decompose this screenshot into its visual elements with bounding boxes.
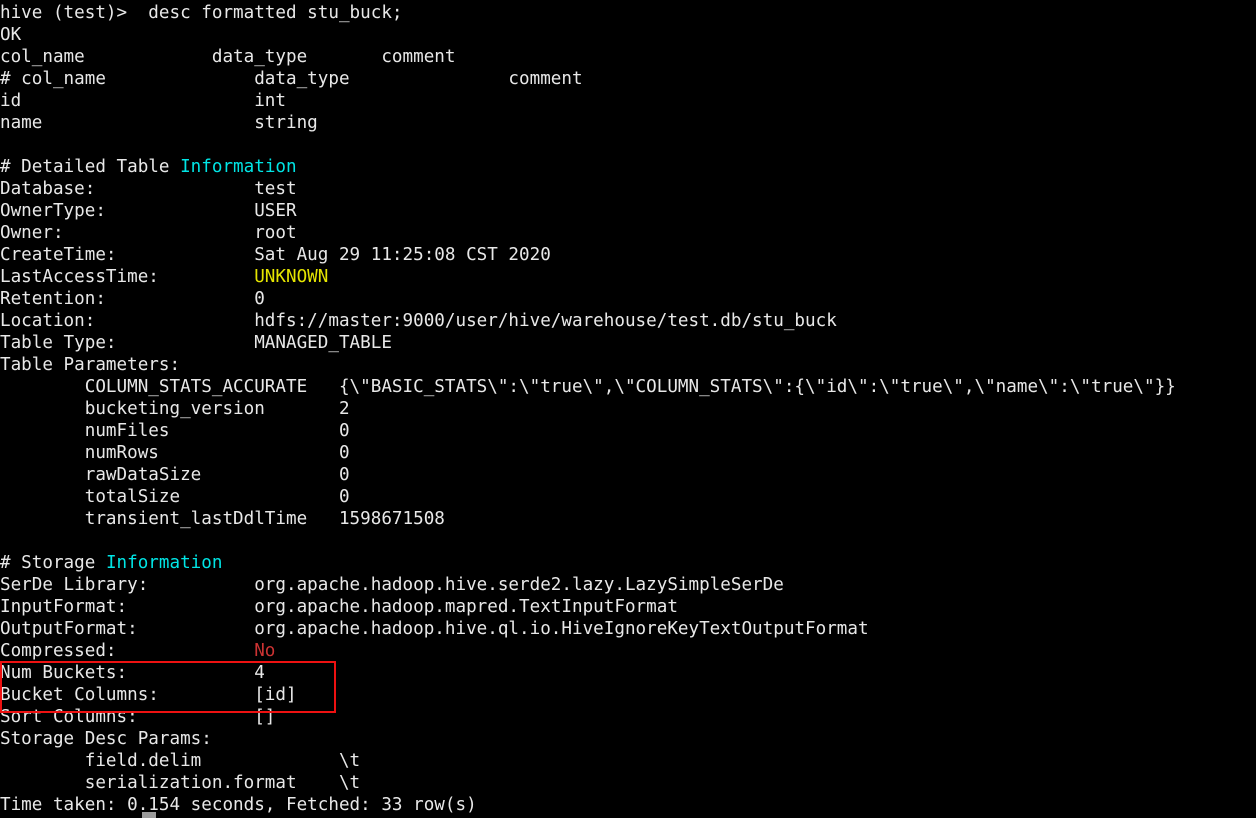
storage-desc-params-header: Storage Desc Params: <box>0 728 212 750</box>
column-id: id int <box>0 90 286 112</box>
param-totalsize-text: totalSize 0 <box>0 487 350 507</box>
row-lastaccesstime-seg-1: UNKNOWN <box>254 267 329 287</box>
detailed-table-information-header: # Detailed Table Information <box>0 156 297 178</box>
col-name-header-text: # col_name data_type comment <box>0 69 583 89</box>
status-ok-text: OK <box>0 25 22 45</box>
row-owner-text: Owner: root <box>0 223 297 243</box>
row-owner: Owner: root <box>0 222 297 244</box>
row-ownertype: OwnerType: USER <box>0 200 297 222</box>
detailed-table-information-header-seg-1: Information <box>180 157 297 177</box>
param-transient-lastddltime-text: transient_lastDdlTime 1598671508 <box>0 509 445 529</box>
column-header-row: col_name data_type comment <box>0 46 455 68</box>
text-cursor <box>142 812 156 818</box>
param-column-stats-accurate-text: COLUMN_STATS_ACCURATE {\"BASIC_STATS\":\… <box>0 377 1176 397</box>
param-totalsize: totalSize 0 <box>0 486 350 508</box>
row-location-text: Location: hdfs://master:9000/user/hive/w… <box>0 311 837 331</box>
row-retention-text: Retention: 0 <box>0 289 265 309</box>
col-name-header: # col_name data_type comment <box>0 68 583 90</box>
row-bucket-columns: Bucket Columns: [id] <box>0 684 297 706</box>
row-serde-library-text: SerDe Library: org.apache.hadoop.hive.se… <box>0 575 784 595</box>
row-outputformat: OutputFormat: org.apache.hadoop.hive.ql.… <box>0 618 869 640</box>
row-compressed-seg-0: Compressed: <box>0 641 255 661</box>
param-field-delim-text: field.delim \t <box>0 751 361 771</box>
row-retention: Retention: 0 <box>0 288 265 310</box>
row-database: Database: test <box>0 178 297 200</box>
column-name-text: name string <box>0 113 318 133</box>
storage-information-header-seg-0: # Storage <box>0 553 106 573</box>
row-createtime-text: CreateTime: Sat Aug 29 11:25:08 CST 2020 <box>0 245 551 265</box>
table-parameters-header-text: Table Parameters: <box>0 355 181 375</box>
row-inputformat: InputFormat: org.apache.hadoop.mapred.Te… <box>0 596 678 618</box>
row-location: Location: hdfs://master:9000/user/hive/w… <box>0 310 837 332</box>
status-ok: OK <box>0 24 21 46</box>
row-sort-columns-text: Sort Columns: [] <box>0 707 276 727</box>
column-id-text: id int <box>0 91 286 111</box>
param-column-stats-accurate: COLUMN_STATS_ACCURATE {\"BASIC_STATS\":\… <box>0 376 1176 398</box>
row-compressed-seg-1: No <box>254 641 276 661</box>
row-inputformat-text: InputFormat: org.apache.hadoop.mapred.Te… <box>0 597 678 617</box>
row-num-buckets: Num Buckets: 4 <box>0 662 265 684</box>
row-database-text: Database: test <box>0 179 297 199</box>
row-tabletype: Table Type: MANAGED_TABLE <box>0 332 392 354</box>
prompt-line-text: hive (test)> desc formatted stu_buck; <box>0 3 403 23</box>
row-num-buckets-text: Num Buckets: 4 <box>0 663 265 683</box>
detailed-table-information-header-seg-0: # Detailed Table <box>0 157 181 177</box>
param-serialization-format-text: serialization.format \t <box>0 773 361 793</box>
row-tabletype-text: Table Type: MANAGED_TABLE <box>0 333 392 353</box>
row-compressed: Compressed: No <box>0 640 275 662</box>
row-outputformat-text: OutputFormat: org.apache.hadoop.hive.ql.… <box>0 619 869 639</box>
terminal-window[interactable]: hive (test)> desc formatted stu_buck; OK c… <box>0 0 1256 818</box>
row-serde-library: SerDe Library: org.apache.hadoop.hive.se… <box>0 574 784 596</box>
param-numrows-text: numRows 0 <box>0 443 350 463</box>
row-lastaccesstime-seg-0: LastAccessTime: <box>0 267 255 287</box>
param-transient-lastddltime: transient_lastDdlTime 1598671508 <box>0 508 445 530</box>
row-sort-columns: Sort Columns: [] <box>0 706 275 728</box>
storage-information-header-seg-1: Information <box>105 553 223 573</box>
time-taken-line: Time taken: 0.154 seconds, Fetched: 33 r… <box>0 794 477 816</box>
param-bucketing-version-text: bucketing_version 2 <box>0 399 350 419</box>
time-taken-line-text: Time taken: 0.154 seconds, Fetched: 33 r… <box>0 795 477 815</box>
storage-information-header: # Storage Information <box>0 552 222 574</box>
row-createtime: CreateTime: Sat Aug 29 11:25:08 CST 2020 <box>0 244 551 266</box>
row-ownertype-text: OwnerType: USER <box>0 201 297 221</box>
param-numfiles: numFiles 0 <box>0 420 350 442</box>
storage-desc-params-header-text: Storage Desc Params: <box>0 729 212 749</box>
param-numfiles-text: numFiles 0 <box>0 421 350 441</box>
column-name: name string <box>0 112 318 134</box>
param-rawdatasize-text: rawDataSize 0 <box>0 465 350 485</box>
param-rawdatasize: rawDataSize 0 <box>0 464 350 486</box>
param-bucketing-version: bucketing_version 2 <box>0 398 350 420</box>
param-numrows: numRows 0 <box>0 442 350 464</box>
row-bucket-columns-text: Bucket Columns: [id] <box>0 685 297 705</box>
row-lastaccesstime: LastAccessTime: UNKNOWN <box>0 266 328 288</box>
table-parameters-header: Table Parameters: <box>0 354 180 376</box>
param-serialization-format: serialization.format \t <box>0 772 360 794</box>
prompt-line: hive (test)> desc formatted stu_buck; <box>0 2 403 24</box>
column-header-row-text: col_name data_type comment <box>0 47 456 67</box>
param-field-delim: field.delim \t <box>0 750 360 772</box>
